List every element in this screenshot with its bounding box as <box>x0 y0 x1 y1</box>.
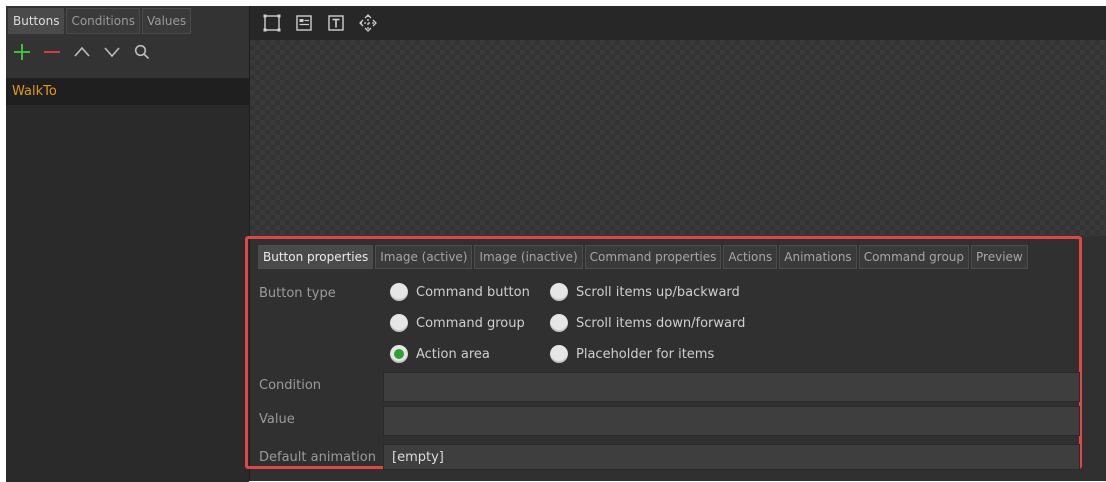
radio-dot <box>390 314 408 332</box>
image-tool-icon[interactable] <box>292 11 316 35</box>
value-label: Value <box>259 412 295 427</box>
add-icon[interactable] <box>12 42 32 62</box>
button-type-radio-group: Command button Scroll items up/backward … <box>390 280 820 370</box>
tab-command-group[interactable]: Command group <box>858 245 970 269</box>
button-type-label: Button type <box>259 286 336 301</box>
radio-scroll-down[interactable]: Scroll items down/forward <box>550 311 745 335</box>
editor-toolbar <box>250 6 1106 40</box>
tab-image-inactive[interactable]: Image (inactive) <box>474 245 583 269</box>
radio-label: Action area <box>416 346 490 362</box>
radio-label: Scroll items down/forward <box>576 315 746 331</box>
radio-label: Scroll items up/backward <box>576 284 740 300</box>
radio-action-area[interactable]: Action area <box>390 342 490 366</box>
default-animation-field[interactable]: [empty] <box>383 444 1080 470</box>
list-toolbar <box>6 36 249 68</box>
properties-tabs: Button properties Image (active) Image (… <box>258 245 1028 269</box>
move-up-icon[interactable] <box>72 42 92 62</box>
radio-dot <box>390 283 408 301</box>
condition-field[interactable] <box>383 372 1080 402</box>
list-item[interactable]: WalkTo <box>6 79 249 105</box>
tab-conditions[interactable]: Conditions <box>66 8 140 34</box>
text-tool-icon[interactable] <box>324 11 348 35</box>
radio-dot <box>550 345 568 363</box>
tab-preview[interactable]: Preview <box>971 245 1028 269</box>
condition-label: Condition <box>259 378 322 393</box>
move-icon[interactable] <box>356 11 380 35</box>
radio-scroll-up[interactable]: Scroll items up/backward <box>550 280 740 304</box>
radio-label: Placeholder for items <box>576 346 715 362</box>
left-panel: Buttons Conditions Values WalkTo <box>6 6 250 482</box>
tab-command-properties[interactable]: Command properties <box>584 245 722 269</box>
radio-placeholder-items[interactable]: Placeholder for items <box>550 342 714 366</box>
radio-dot <box>550 283 568 301</box>
button-list: WalkTo <box>6 78 249 482</box>
app-window: Buttons Conditions Values WalkTo Button … <box>6 6 1106 482</box>
value-field[interactable] <box>383 406 1080 436</box>
tab-actions[interactable]: Actions <box>723 245 778 269</box>
radio-label: Command group <box>416 315 525 331</box>
default-animation-label: Default animation <box>259 450 376 465</box>
search-icon[interactable] <box>132 42 152 62</box>
tab-buttons[interactable]: Buttons <box>8 8 65 34</box>
tab-animations[interactable]: Animations <box>779 245 857 269</box>
tab-image-active[interactable]: Image (active) <box>375 245 473 269</box>
tab-values[interactable]: Values <box>141 8 192 34</box>
radio-dot-checked <box>390 345 408 363</box>
radio-dot <box>550 314 568 332</box>
properties-panel: Button properties Image (active) Image (… <box>245 236 1106 481</box>
preview-canvas[interactable] <box>250 40 1106 236</box>
left-tabs: Buttons Conditions Values <box>6 8 192 36</box>
remove-icon[interactable] <box>42 42 62 62</box>
rectangle-tool-icon[interactable] <box>260 11 284 35</box>
tab-button-properties[interactable]: Button properties <box>258 245 374 269</box>
radio-label: Command button <box>416 284 530 300</box>
radio-command-group[interactable]: Command group <box>390 311 525 335</box>
move-down-icon[interactable] <box>102 42 122 62</box>
radio-command-button[interactable]: Command button <box>390 280 530 304</box>
